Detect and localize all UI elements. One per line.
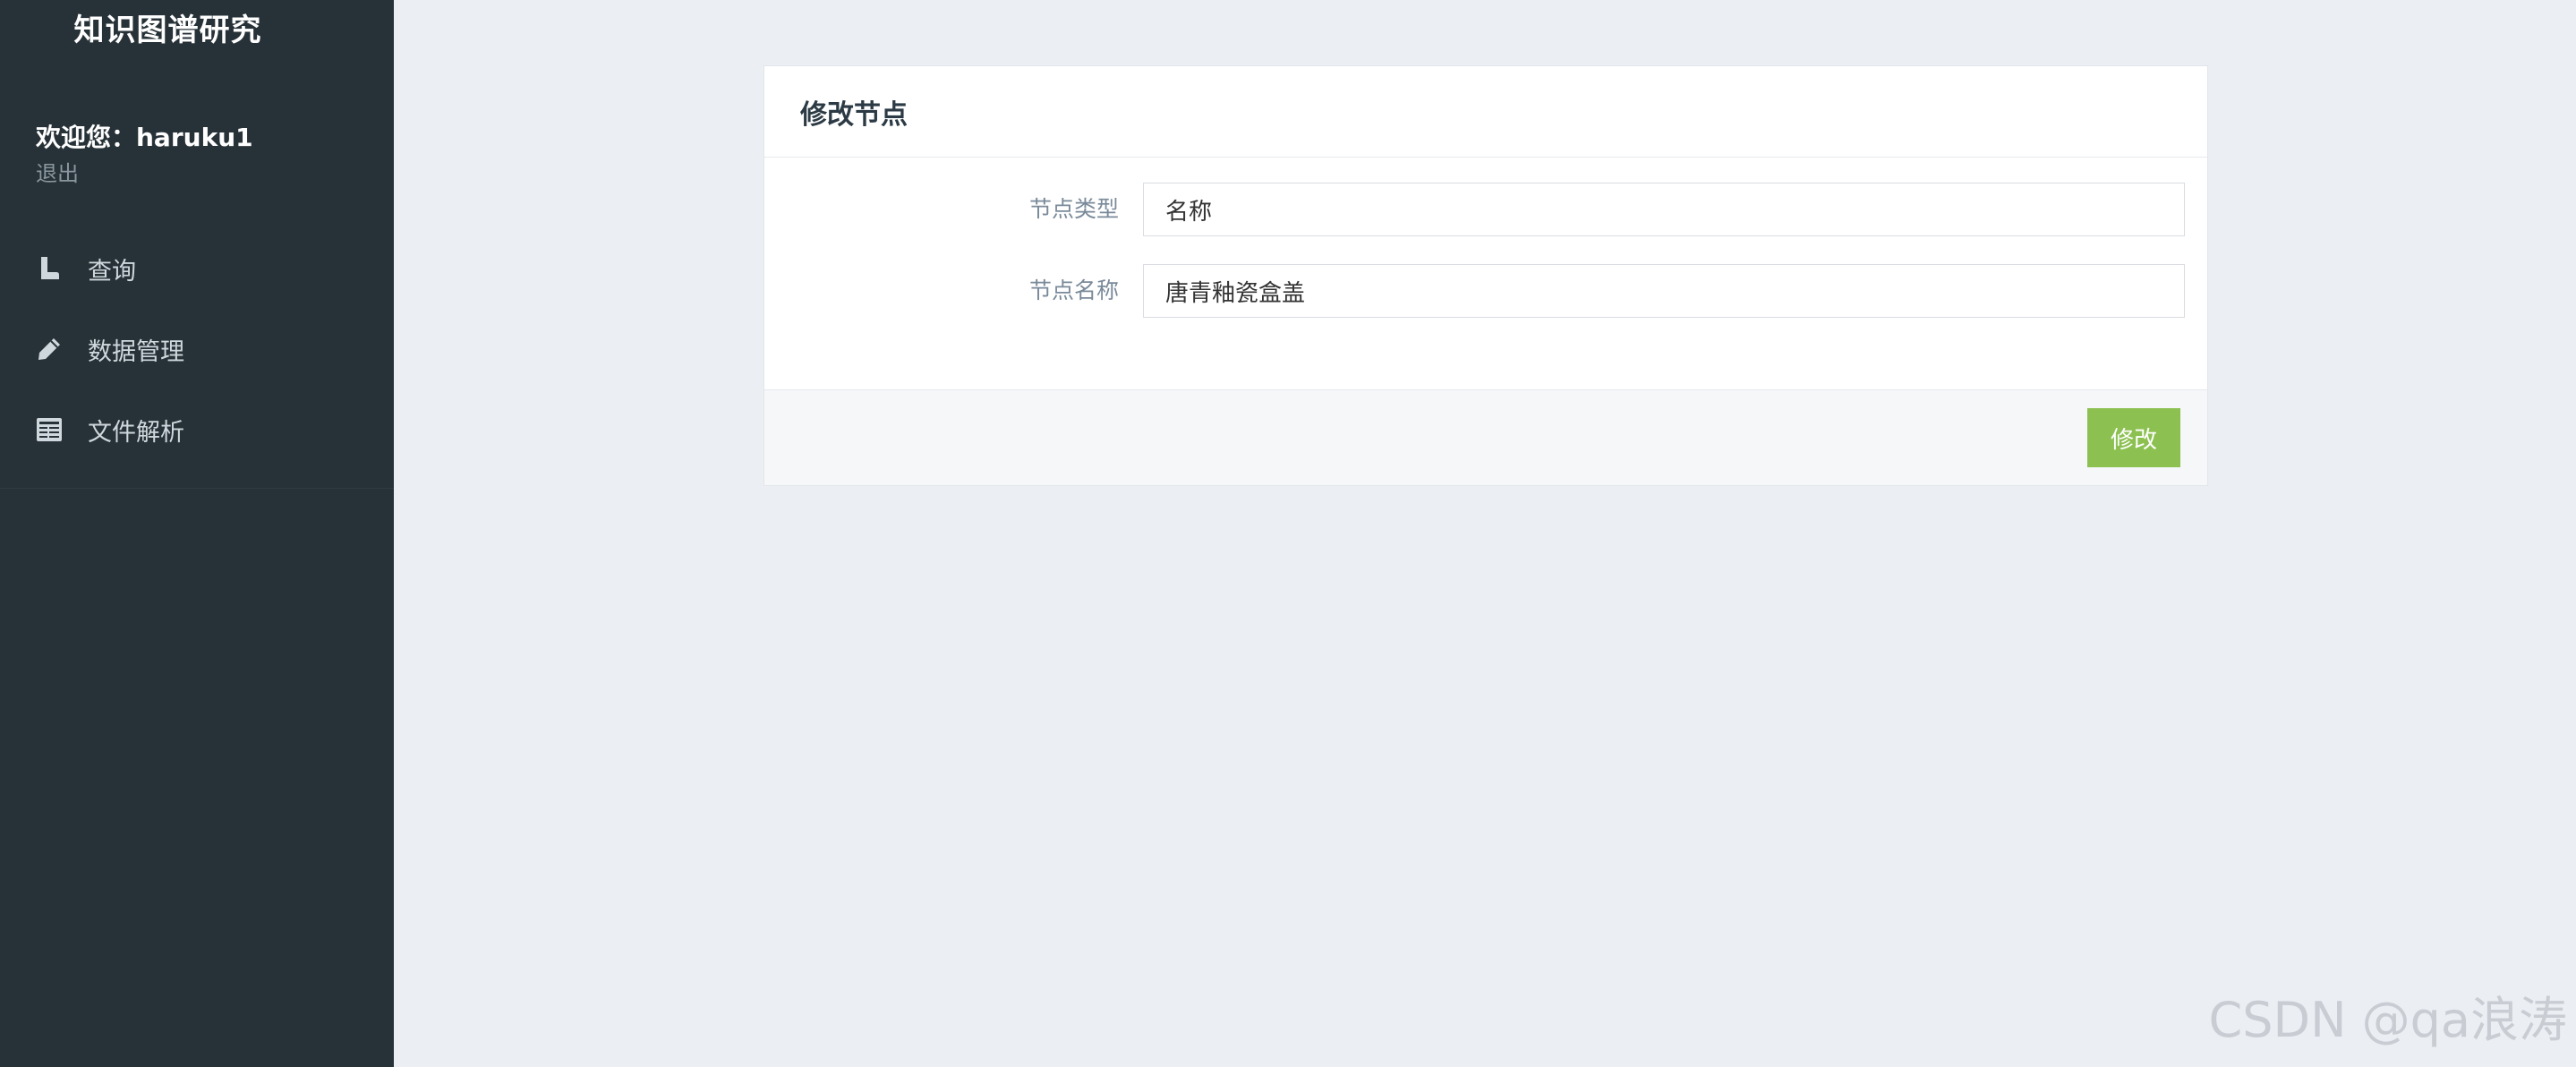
watermark: CSDN @qa浪涛 [2208,992,2568,1048]
modify-button[interactable]: 修改 [2087,408,2180,467]
boot-icon [36,255,63,282]
sidebar-item-query[interactable]: 查询 [0,228,394,309]
sidebar-item-label: 文件解析 [88,418,184,447]
edit-node-card: 修改节点 节点类型 节点名称 修改 [763,65,2208,486]
sidebar-divider [0,488,394,489]
pencil-icon [36,336,63,363]
sidebar: 知识图谱研究 欢迎您：haruku1 退出 查询 数据管理 文件解析 [0,0,394,1067]
card-title: 修改节点 [800,98,908,131]
sidebar-item-label: 数据管理 [88,337,184,366]
sidebar-nav: 查询 数据管理 文件解析 [0,228,394,470]
sidebar-item-data-management[interactable]: 数据管理 [0,309,394,389]
form-row-node-type: 节点类型 [764,183,2209,236]
form-row-node-name: 节点名称 [764,264,2209,318]
logout-link[interactable]: 退出 [36,156,79,187]
node-type-label: 节点类型 [1028,196,1119,222]
node-name-input[interactable] [1143,264,2185,318]
node-name-label: 节点名称 [1028,277,1119,303]
welcome-text: 欢迎您：haruku1 [36,123,253,152]
sidebar-item-label: 查询 [88,257,136,286]
node-type-input[interactable] [1143,183,2185,236]
card-header: 修改节点 [764,66,2207,158]
sidebar-item-file-parsing[interactable]: 文件解析 [0,389,394,470]
card-footer: 修改 [764,389,2207,485]
brand-title: 知识图谱研究 [73,13,262,48]
document-list-icon [36,416,63,443]
